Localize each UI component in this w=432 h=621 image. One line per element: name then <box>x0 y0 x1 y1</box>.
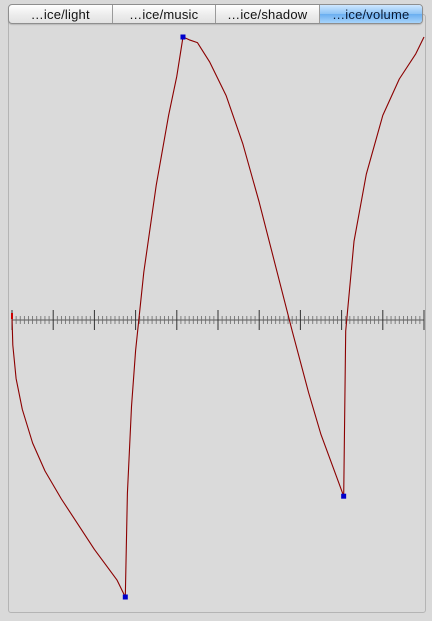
tab-shadow[interactable]: …ice/shadow <box>216 5 320 23</box>
control-point-handle[interactable] <box>180 34 186 40</box>
tab-volume[interactable]: …ice/volume <box>319 5 422 23</box>
control-point-handle[interactable] <box>122 594 128 600</box>
tab-music[interactable]: …ice/music <box>113 5 216 23</box>
control-point-handle[interactable] <box>341 493 347 499</box>
curve-panel <box>8 14 426 613</box>
segmented-tab-bar: …ice/light …ice/music …ice/shadow …ice/v… <box>8 4 423 24</box>
curve-graph[interactable] <box>9 15 427 614</box>
curve-start-marker <box>11 313 13 319</box>
curve-editor-window: …ice/light …ice/music …ice/shadow …ice/v… <box>0 0 432 621</box>
tab-light[interactable]: …ice/light <box>9 5 113 23</box>
